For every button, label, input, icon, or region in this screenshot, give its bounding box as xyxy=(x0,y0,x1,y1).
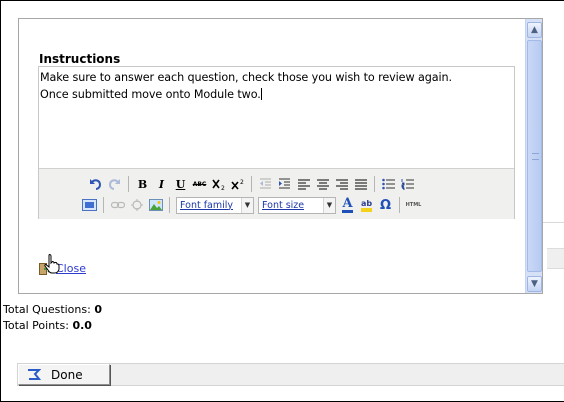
instructions-label: Instructions xyxy=(39,52,121,66)
toolbar-separator xyxy=(399,197,400,213)
totals-summary: Total Questions: 0 Total Points: 0.0 xyxy=(3,302,102,334)
special-character-icon[interactable]: Ω xyxy=(376,195,395,215)
svg-text:2: 2 xyxy=(240,179,244,186)
align-left-icon[interactable] xyxy=(294,174,313,194)
superscript-icon[interactable]: 2 xyxy=(228,174,247,194)
editor-line-last: Once submitted move onto Module two. xyxy=(40,88,262,101)
bullet-list-icon[interactable] xyxy=(379,174,398,194)
highlight-color-icon[interactable]: ab xyxy=(357,195,376,215)
numbered-list-icon[interactable] xyxy=(398,174,417,194)
scroll-grip xyxy=(532,153,539,160)
editor-toolbar: B I U ABC 2 2 Font family ▼ Font size ▼ … xyxy=(39,168,514,219)
redo-icon[interactable] xyxy=(105,174,124,194)
editor-content[interactable]: Make sure to answer each question, check… xyxy=(40,69,510,103)
strikethrough-icon[interactable]: ABC xyxy=(190,174,209,194)
font-size-select[interactable]: Font size ▼ xyxy=(258,196,336,214)
align-center-icon[interactable] xyxy=(313,174,332,194)
bold-icon[interactable]: B xyxy=(133,174,152,194)
toolbar-separator xyxy=(251,176,252,192)
toolbar-separator xyxy=(169,197,170,213)
hand-pointer-cursor-icon xyxy=(44,254,60,274)
svg-text:2: 2 xyxy=(221,185,225,190)
chevron-down-icon: ▼ xyxy=(241,197,253,213)
toolbar-row-1: B I U ABC 2 2 xyxy=(86,173,417,195)
done-label: Done xyxy=(51,367,83,382)
modal-scrollbar[interactable]: ▲ ▼ xyxy=(525,19,542,293)
subscript-icon[interactable]: 2 xyxy=(209,174,228,194)
indent-icon[interactable] xyxy=(275,174,294,194)
toolbar-separator xyxy=(103,197,104,213)
media-icon[interactable] xyxy=(80,195,99,215)
undo-icon[interactable] xyxy=(86,174,105,194)
modal-content: Instructions Make sure to answer each qu… xyxy=(19,19,525,293)
html-source-icon[interactable]: HTML xyxy=(404,195,423,215)
image-icon[interactable] xyxy=(146,195,165,215)
italic-icon[interactable]: I xyxy=(152,174,171,194)
background-bar xyxy=(547,248,564,269)
font-color-icon[interactable]: A xyxy=(338,195,357,215)
done-button[interactable]: Done xyxy=(18,364,110,385)
outdent-icon[interactable] xyxy=(256,174,275,194)
instructions-modal: Instructions Make sure to answer each qu… xyxy=(18,18,543,294)
total-points: Total Points: 0.0 xyxy=(3,319,92,332)
scroll-up-arrow-icon[interactable]: ▲ xyxy=(527,22,542,38)
underline-icon[interactable]: U xyxy=(171,174,190,194)
align-right-icon[interactable] xyxy=(332,174,351,194)
toolbar-separator xyxy=(374,176,375,192)
divider-line xyxy=(543,222,564,223)
rich-text-editor[interactable]: Make sure to answer each question, check… xyxy=(38,66,515,219)
total-questions: Total Questions: 0 xyxy=(3,303,102,316)
editor-line: Make sure to answer each question, check… xyxy=(40,71,452,84)
font-size-value: Font size xyxy=(262,199,305,211)
done-icon xyxy=(28,369,41,380)
unlink-icon[interactable] xyxy=(127,195,146,215)
toolbar-separator xyxy=(128,176,129,192)
close-label: Close xyxy=(56,262,86,275)
font-family-value: Font family xyxy=(180,199,234,211)
chevron-down-icon: ▼ xyxy=(323,197,335,213)
toolbar-row-2: Font family ▼ Font size ▼ A ab Ω HTML xyxy=(80,194,423,216)
align-justify-icon[interactable] xyxy=(351,174,370,194)
text-caret xyxy=(260,88,262,100)
link-icon[interactable] xyxy=(108,195,127,215)
scroll-down-arrow-icon[interactable]: ▼ xyxy=(527,276,542,292)
font-family-select[interactable]: Font family ▼ xyxy=(176,196,254,214)
scroll-thumb[interactable] xyxy=(527,40,542,272)
